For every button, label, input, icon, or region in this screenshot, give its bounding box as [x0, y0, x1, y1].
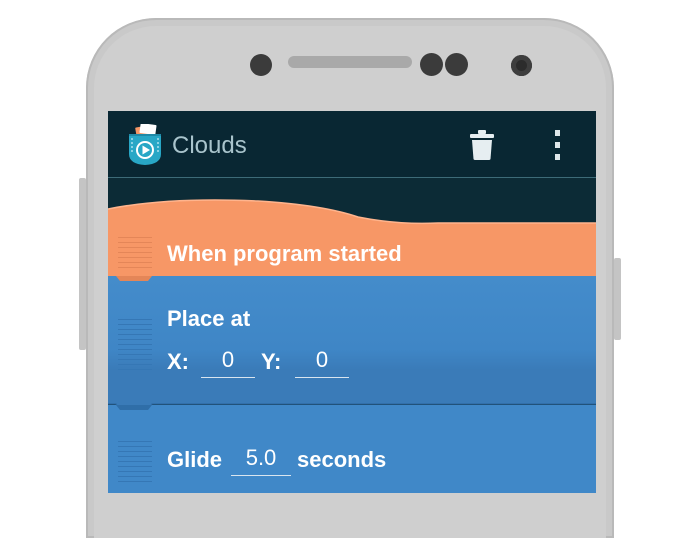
y-value-field[interactable]: 0	[295, 347, 349, 378]
drag-handle[interactable]	[118, 441, 152, 486]
block-label: When program started	[167, 241, 402, 266]
app-screen: Clouds When program started Place at X: …	[108, 111, 596, 493]
action-bar: Clouds	[108, 111, 596, 178]
project-title: Clouds	[172, 132, 247, 159]
when-program-started-block[interactable]: When program started	[108, 199, 596, 283]
volume-button	[79, 178, 86, 350]
y-label: Y:	[261, 349, 282, 374]
front-camera	[511, 55, 532, 76]
drag-handle[interactable]	[118, 319, 152, 374]
x-value-field[interactable]: 0	[201, 347, 255, 378]
place-at-block[interactable]: Place at X: 0 Y: 0	[108, 276, 596, 406]
glide-seconds-field[interactable]: 5.0	[231, 445, 291, 476]
overflow-menu-icon[interactable]	[548, 128, 566, 162]
light-sensor	[445, 53, 468, 76]
drag-handle[interactable]	[118, 237, 152, 272]
seconds-label: seconds	[297, 447, 387, 472]
x-label: X:	[167, 349, 189, 374]
earpiece-speaker	[288, 56, 412, 68]
front-sensor	[250, 54, 272, 76]
power-button	[614, 258, 621, 340]
pocket-code-logo-icon[interactable]	[126, 124, 164, 166]
proximity-sensor	[420, 53, 443, 76]
trash-icon[interactable]	[468, 129, 496, 161]
place-at-label: Place at	[167, 306, 251, 331]
glide-label: Glide	[167, 447, 223, 472]
glide-block[interactable]: Glide 5.0 seconds	[108, 405, 596, 493]
